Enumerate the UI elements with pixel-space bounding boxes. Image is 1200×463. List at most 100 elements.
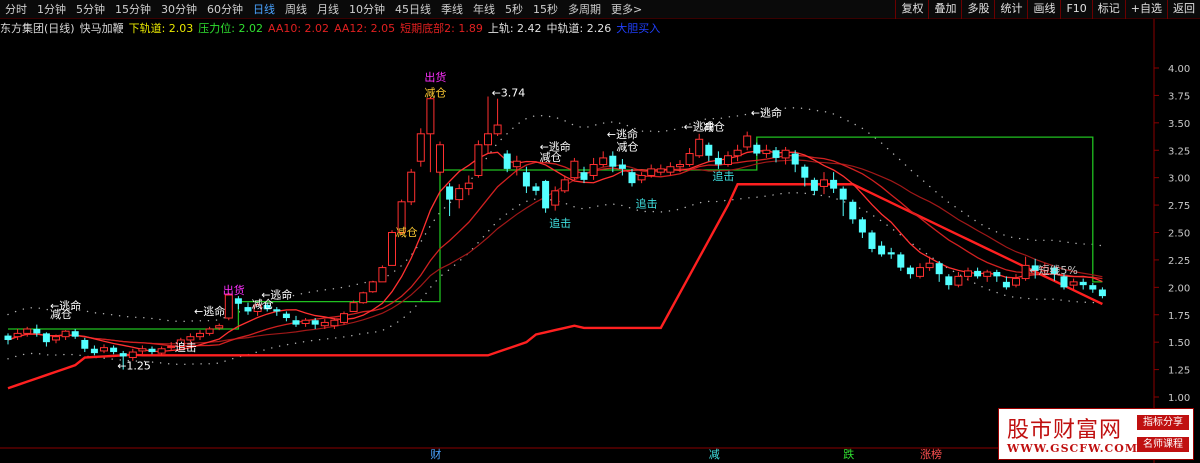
candle-body-up (512, 160, 521, 168)
candle-body-down (810, 179, 818, 191)
candle-body-up (61, 330, 70, 338)
candle-body-down (993, 271, 1001, 277)
signal-label: 出货 (223, 283, 245, 297)
candle-body-down (244, 307, 252, 312)
signal-label: ←逃命 (751, 105, 782, 119)
signal-label: 追击 (549, 216, 571, 230)
candle-body-down (580, 172, 588, 180)
candle-body-up (637, 174, 646, 181)
candle-body-up (954, 275, 963, 286)
watermark-badge-bottom: 名师课程 (1137, 437, 1189, 452)
bottom-signal-label: 减 (709, 448, 720, 461)
candle-body-down (1002, 281, 1010, 288)
watermark-badge-top: 指标分享 (1137, 415, 1189, 430)
candle-body-up (685, 153, 694, 166)
signal-label: 追击 (175, 340, 197, 354)
candle-body-up (138, 348, 147, 352)
y-tick-label: 1.50 (1168, 338, 1190, 349)
signal-label: ←3.74 (492, 87, 526, 100)
candle-body-down (532, 186, 540, 191)
candle-body-up (407, 171, 416, 203)
candle-body-down (542, 180, 550, 209)
candle-body-up (964, 270, 972, 277)
candle-body-up (724, 155, 732, 166)
candle-body-down (609, 155, 617, 167)
signal-label: ←短线5% (1029, 263, 1078, 277)
candle-body-down (791, 153, 799, 165)
candle-body-down (830, 179, 838, 189)
candle-body-down (935, 263, 943, 275)
candle-body-down (119, 353, 127, 357)
candle-body-down (148, 348, 156, 353)
y-tick-label: 2.25 (1168, 256, 1190, 267)
signal-label: 追击 (636, 196, 658, 210)
y-tick-label: 1.00 (1168, 393, 1190, 404)
support-line (7, 183, 1103, 390)
candle-body-down (33, 329, 41, 334)
candle-body-up (1012, 278, 1020, 286)
candle-body-up (676, 164, 684, 168)
signal-label: ←1.25 (117, 360, 151, 373)
pressure-line (8, 136, 1103, 330)
candle-body-up (186, 336, 195, 341)
signal-label: 减仓 (424, 86, 446, 100)
candle-body-up (647, 168, 656, 176)
candle-body-down (628, 172, 636, 184)
candle-body-up (1021, 264, 1030, 280)
candle-body-down (714, 157, 722, 165)
candle-body-up (493, 124, 502, 135)
ma-mid-line (7, 154, 1103, 347)
candle-body-up (599, 157, 608, 166)
signal-label: 减仓 (703, 120, 725, 134)
candle-body-up (388, 232, 396, 266)
candle-body-up (215, 325, 224, 329)
candle-body-up (820, 179, 828, 187)
signal-label: 减仓 (616, 139, 638, 153)
candle-body-down (503, 153, 511, 169)
candle-body-up (983, 271, 992, 277)
candle-body-up (100, 347, 108, 352)
candle-body-up (205, 328, 214, 334)
candle-body-down (234, 298, 242, 304)
signal-label: 减仓 (396, 225, 418, 239)
watermark-title: 股市财富网 (1007, 418, 1123, 443)
candle-body-down (849, 201, 857, 220)
candle-body-up (368, 281, 377, 293)
candle-body-down (839, 188, 847, 200)
candle-body-up (781, 149, 790, 159)
candle-body-up (52, 336, 60, 341)
candle-body-down (772, 150, 780, 158)
candle-body-down (81, 339, 89, 349)
candle-body-down (446, 186, 454, 200)
watermark-logo: 股市财富网 WWW.GSCFW.COM 指标分享 名师课程 (998, 408, 1194, 460)
watermark-url: WWW.GSCFW.COM (1007, 442, 1139, 455)
candle-body-up (762, 149, 771, 155)
candle-body-down (292, 320, 300, 325)
bottom-signal-label: 涨榜 (920, 447, 942, 461)
candle-body-down (71, 331, 79, 337)
candle-body-up (436, 144, 444, 173)
candle-body-up (416, 133, 425, 162)
bottom-signal-label: 财 (430, 447, 441, 461)
signal-label: ←逃命 (607, 127, 638, 141)
candle-body-up (551, 190, 560, 206)
y-tick-label: 3.25 (1168, 146, 1190, 157)
candle-body-up (349, 302, 358, 312)
candle-body-up (589, 164, 598, 176)
price-chart[interactable]: 4.00 3.75 3.50 3.25 3.00 2.75 2.50 2.25 2.00 1.75… (0, 0, 1200, 463)
candle-body-down (705, 144, 713, 156)
candle-body-up (455, 188, 464, 201)
candle-body-up (23, 328, 32, 334)
ma-fast-line (7, 150, 1103, 353)
signal-label: 减仓 (50, 307, 72, 321)
candle-body-down (974, 270, 982, 277)
y-tick-label: 1.25 (1168, 366, 1190, 377)
y-tick-label: 2.75 (1168, 201, 1190, 212)
candle-body-down (522, 172, 530, 187)
candle-body-down (90, 348, 98, 354)
candle-body-up (426, 98, 435, 135)
candle-body-up (474, 144, 483, 176)
signal-label: 追击 (712, 169, 734, 183)
candle-body-down (906, 267, 914, 275)
candle-body-down (1079, 281, 1087, 286)
